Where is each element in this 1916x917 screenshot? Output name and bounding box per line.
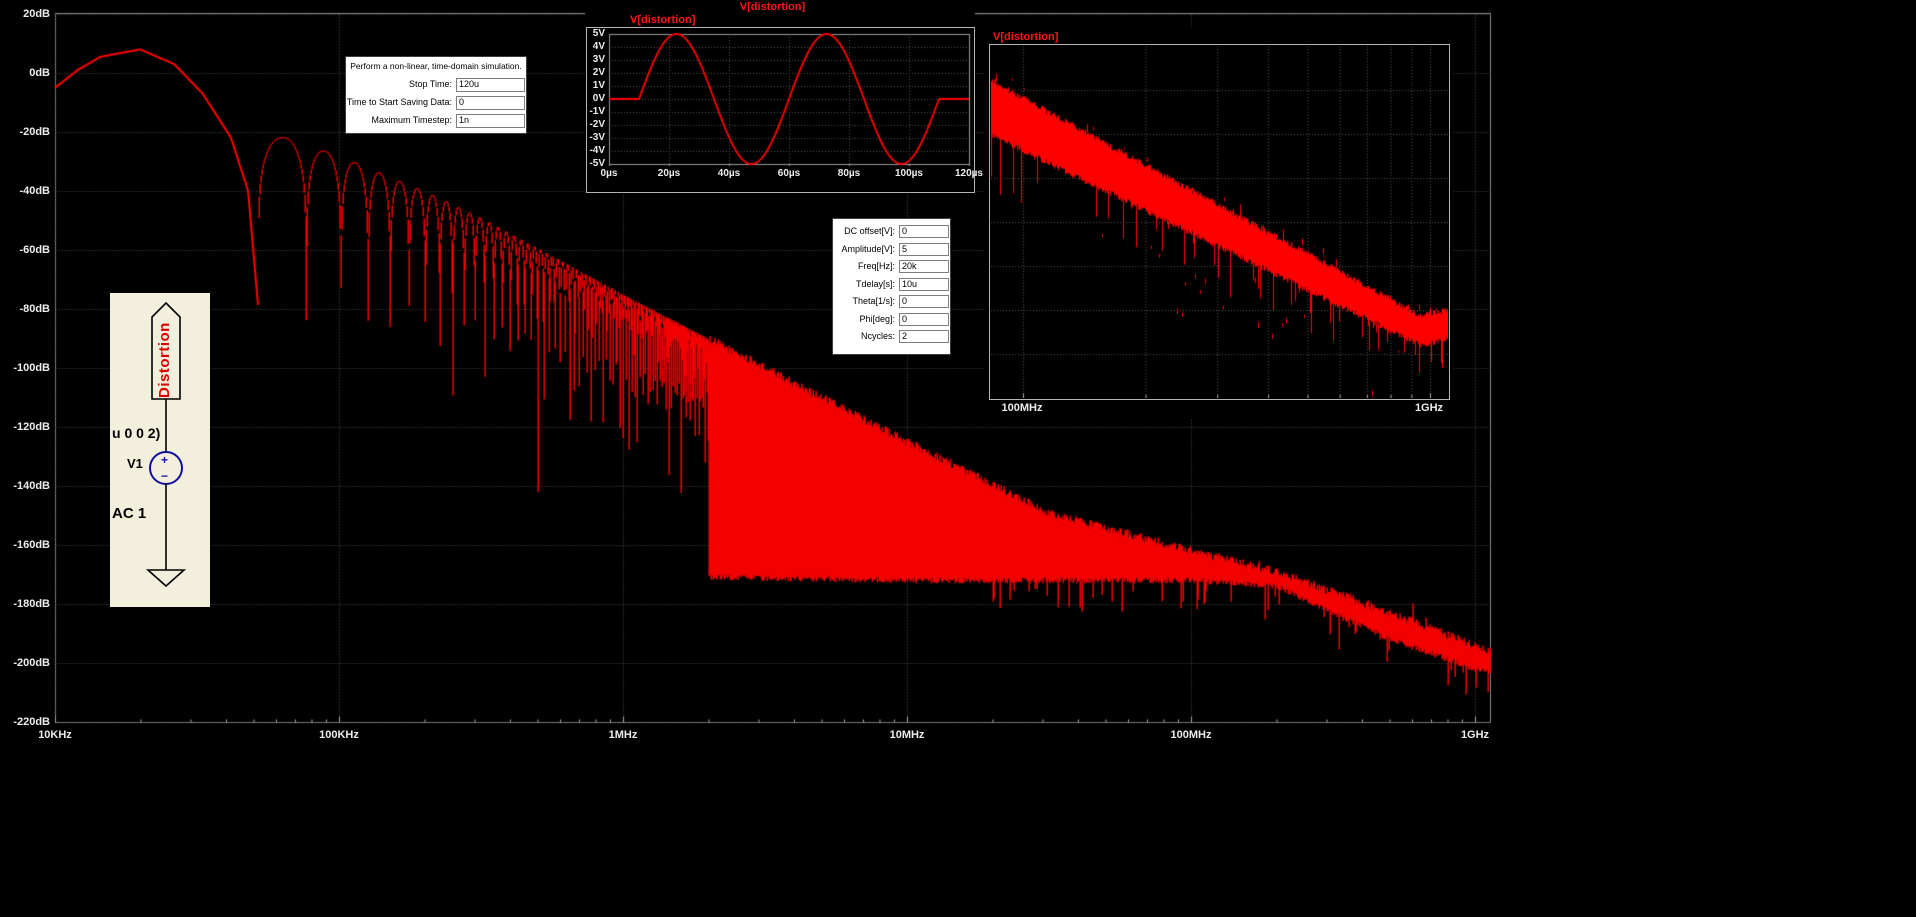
theta-label: Theta[1/s]: (852, 296, 895, 306)
time-start-saving-input[interactable]: 0 (456, 96, 525, 110)
spice-directive-fragment[interactable]: u 0 0 2) (112, 425, 160, 441)
freq-input[interactable]: 20k (899, 260, 949, 273)
main-x-tick-label: 100KHz (319, 729, 359, 741)
source-minus-sign: − (161, 469, 169, 483)
ltspice-window: V[distortion] 20dB 0dB -20dB -40dB -60dB -80d… (0, 0, 1916, 917)
main-x-tick-label: 10MHz (889, 729, 925, 741)
tdelay-row: Tdelay[s]: 10u (833, 277, 950, 292)
stop-time-input[interactable]: 120u (456, 78, 525, 92)
phi-row: Phi[deg]: 0 (833, 312, 950, 327)
time-plot-trace-label[interactable]: V[distortion] (630, 14, 695, 26)
max-timestep-label: Maximum Timestep: (371, 115, 452, 125)
max-timestep-input[interactable]: 1n (456, 114, 525, 128)
time-start-saving-label: Time to Start Saving Data: (346, 97, 452, 107)
phi-input[interactable]: 0 (899, 312, 949, 326)
schematic-pane[interactable]: Distortion + − u 0 0 2) V1 AC 1 (110, 293, 210, 607)
dc-offset-row: DC offset[V]: 0 (833, 225, 950, 239)
main-x-tick-label: 10KHz (38, 729, 72, 741)
fft-zoom-x-tick-label: 1GHz (1414, 402, 1444, 414)
source-settings-panel: DC offset[V]: 0 Amplitude[V]: 5 Freq[Hz]: 20k… (832, 218, 951, 355)
amplitude-label: Amplitude[V]: (841, 243, 895, 254)
time-x-tick-label: 100µs (894, 168, 923, 179)
source-plus-sign: + (161, 453, 169, 467)
fft-zoom-x-tick-label: 100MHz (1001, 402, 1043, 414)
source-ac-value[interactable]: AC 1 (112, 505, 146, 522)
stop-time-row: Stop Time: 120u (346, 78, 526, 92)
ncycles-row: Ncycles: 2 (833, 330, 950, 344)
ncycles-label: Ncycles: (860, 331, 895, 341)
main-x-tick-label: 1GHz (1460, 729, 1490, 741)
time-x-tick-label: 20µs (657, 168, 681, 179)
time-domain-pane[interactable]: V[distortion] 5V 4V 3V 2V 1V 0V -1V -2V -3V -4V -5… (585, 12, 983, 194)
dc-offset-input[interactable]: 0 (899, 225, 949, 238)
phi-label: Phi[deg]: (859, 313, 895, 324)
ground-symbol (145, 569, 187, 588)
time-x-tick-label: 60µs (777, 168, 801, 179)
tdelay-label: Tdelay[s]: (855, 278, 895, 289)
time-plot-area: 5V 4V 3V 2V 1V 0V -1V -2V -3V -4V -5V 0µs 20µs 40µs 6… (586, 27, 983, 193)
max-timestep-row: Maximum Timestep: 1n (346, 114, 526, 128)
main-x-tick-label: 100MHz (1170, 729, 1212, 741)
fft-zoom-x-axis: 100MHz 1GHz (985, 27, 1453, 419)
time-x-tick-label: 0µs (600, 168, 618, 179)
time-start-saving-row: Time to Start Saving Data: 0 (346, 96, 526, 110)
net-label-distortion[interactable]: Distortion (156, 318, 173, 398)
source-designator[interactable]: V1 (127, 456, 143, 471)
amplitude-row: Amplitude[V]: 5 (833, 242, 950, 257)
freq-row: Freq[Hz]: 20k (833, 260, 950, 274)
theta-row: Theta[1/s]: 0 (833, 295, 950, 309)
time-x-axis: 0µs 20µs 40µs 60µs 80µs 100µs 120µs (587, 28, 983, 192)
stop-time-label: Stop Time: (408, 79, 452, 89)
amplitude-input[interactable]: 5 (899, 242, 949, 256)
time-x-tick-label: 80µs (837, 168, 861, 179)
theta-input[interactable]: 0 (899, 295, 949, 308)
freq-label: Freq[Hz]: (857, 261, 895, 271)
tdelay-input[interactable]: 10u (899, 277, 949, 291)
fft-zoom-pane[interactable]: V[distortion] 100MHz 1GHz (985, 27, 1453, 419)
transient-settings-panel: Perform a non-linear, time-domain simula… (345, 56, 527, 134)
time-x-tick-label: 40µs (717, 168, 741, 179)
main-x-tick-label: 1MHz (608, 729, 638, 741)
ncycles-input[interactable]: 2 (899, 330, 949, 343)
dc-offset-label: DC offset[V]: (844, 226, 895, 236)
